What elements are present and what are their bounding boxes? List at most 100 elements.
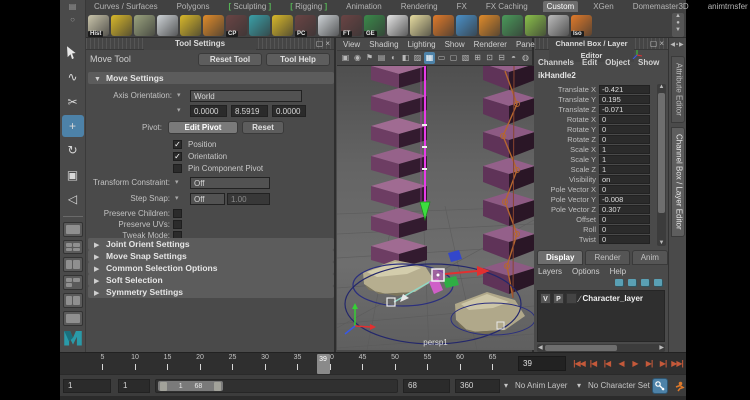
gate-mask-icon[interactable]: ▧: [460, 52, 471, 64]
position-checkbox[interactable]: ✓: [173, 140, 182, 149]
orientation-checkbox[interactable]: ✓: [173, 152, 182, 161]
cylinder-icon[interactable]: [203, 15, 224, 36]
channel-label[interactable]: Twist: [535, 235, 599, 244]
viewport-menu-shading[interactable]: Shading: [369, 40, 398, 49]
channel-label[interactable]: Rotate X: [535, 115, 599, 124]
shelf-tab-sculpting[interactable]: [ Sculpting ]: [225, 1, 276, 12]
shelf-tab-xgen[interactable]: XGen: [589, 1, 617, 12]
cp-tool-icon[interactable]: CP: [226, 15, 247, 37]
channel-label[interactable]: Pole Vector X: [535, 185, 599, 194]
workspace-arrows-icon[interactable]: ◀▪▶: [669, 38, 686, 52]
shelf-gear-icon[interactable]: ○: [60, 13, 85, 26]
layer-tab-render[interactable]: Render: [585, 250, 630, 265]
shelf-tab-curves-surfaces[interactable]: Curves / Surfaces: [90, 1, 162, 12]
layout-two-pane-side-button[interactable]: [62, 257, 83, 273]
channel-label[interactable]: Pole Vector Z: [535, 205, 599, 214]
channel-value-field[interactable]: 1: [599, 144, 650, 154]
layer-visibility-toggle[interactable]: V: [540, 293, 551, 304]
channel-label[interactable]: Translate Z: [535, 105, 599, 114]
preserve-children-checkbox[interactable]: [173, 209, 182, 218]
viewport-scene[interactable]: persp1: [337, 66, 534, 350]
step-snap-field[interactable]: Off: [190, 193, 225, 205]
dropdown-arrow-icon[interactable]: ▾: [175, 192, 179, 205]
image-plane-icon[interactable]: ▤: [376, 52, 387, 64]
scroll-right-icon[interactable]: ▶: [659, 344, 664, 352]
field-chart-icon[interactable]: ⊞: [472, 52, 483, 64]
lasso-select-tool[interactable]: ∿: [62, 66, 84, 87]
select-tool[interactable]: [62, 42, 84, 63]
channel-label[interactable]: Scale X: [535, 145, 599, 154]
shelf-tab-fx[interactable]: FX: [453, 1, 471, 12]
shelf-tab-domemaster3d[interactable]: Domemaster3D: [629, 1, 693, 12]
channel-box-header[interactable]: Channel Box / Layer Editor ▢×: [535, 38, 668, 62]
pc-tool-icon[interactable]: PC: [295, 15, 316, 37]
close-panel-icon[interactable]: ×: [659, 39, 666, 48]
move-z-field[interactable]: 0.0000: [272, 105, 306, 117]
channel-label[interactable]: Scale Z: [535, 165, 599, 174]
iso-house-icon[interactable]: Iso: [571, 15, 592, 37]
safe-action-icon[interactable]: ⊡: [484, 52, 495, 64]
viewport-menu-view[interactable]: View: [343, 40, 360, 49]
axis-orientation-field[interactable]: World: [190, 90, 302, 102]
animation-preferences-button[interactable]: [671, 378, 687, 394]
range-slider-handle[interactable]: 1 68: [158, 381, 223, 391]
reset-tool-button[interactable]: Reset Tool: [198, 53, 262, 66]
select-camera-icon[interactable]: ▣: [340, 52, 351, 64]
channel-label[interactable]: Roll: [535, 225, 599, 234]
bookmark-icon[interactable]: ⚑: [364, 52, 375, 64]
channel-value-field[interactable]: 0: [599, 224, 650, 234]
safe-title-icon[interactable]: ⊟: [496, 52, 507, 64]
layer-tab-display[interactable]: Display: [537, 250, 584, 265]
channel-value-field[interactable]: 0.307: [599, 204, 650, 214]
scroll-up-icon[interactable]: ▲: [657, 84, 666, 90]
move-x-field[interactable]: 0.0000: [190, 105, 227, 117]
shelf-tab-animation[interactable]: Animation: [342, 1, 386, 12]
net-icon[interactable]: [272, 15, 293, 36]
paint-select-tool[interactable]: ✂: [62, 91, 84, 112]
layer-menu-layers[interactable]: Layers: [538, 267, 562, 276]
cone-icon[interactable]: [410, 15, 431, 36]
current-frame-marker[interactable]: 39: [316, 354, 330, 374]
layer-row[interactable]: V P ∕ Character_layer: [538, 291, 664, 306]
move-layer-up-icon[interactable]: [641, 279, 649, 286]
step-forward-frame-button[interactable]: ▶|: [656, 355, 670, 373]
section-symmetry-settings[interactable]: ▶ Symmetry Settings: [88, 286, 334, 298]
channel-label[interactable]: Visibility: [535, 175, 599, 184]
layer-playback-toggle[interactable]: P: [553, 293, 564, 304]
tool-settings-header[interactable]: Tool Settings ▢×: [86, 38, 334, 50]
playback-start-field[interactable]: 1: [118, 379, 150, 393]
step-back-key-button[interactable]: |◀: [600, 355, 614, 373]
timeline-ruler[interactable]: 5 10 15 20 25 30 35 40 45 50 55 60 65 39: [60, 353, 512, 375]
channel-value-field[interactable]: -0.071: [599, 104, 650, 114]
channel-value-field[interactable]: 0: [599, 214, 650, 224]
tab-attribute-editor[interactable]: Attribute Editor: [670, 56, 685, 123]
layer-name[interactable]: Character_layer: [583, 294, 643, 303]
float-panel-icon[interactable]: ▢: [650, 39, 660, 48]
channel-label[interactable]: Translate X: [535, 85, 599, 94]
channel-value-field[interactable]: -0.008: [599, 194, 650, 204]
camera-attributes-icon[interactable]: ◉: [352, 52, 363, 64]
channel-value-field[interactable]: 0: [599, 114, 650, 124]
orange-grid-icon[interactable]: [433, 15, 454, 36]
resolution-gate-icon[interactable]: ▢: [448, 52, 459, 64]
ge-tool-icon[interactable]: GE: [364, 15, 385, 37]
character-set-selector[interactable]: No Character Set: [588, 379, 650, 393]
go-to-end-button[interactable]: ▶▶|: [670, 355, 684, 373]
section-joint-orient-settings[interactable]: ▶ Joint Orient Settings: [88, 238, 334, 250]
channel-value-field[interactable]: 0.195: [599, 94, 650, 104]
auto-keyframe-button[interactable]: [652, 378, 668, 394]
channel-box-menu-object[interactable]: Object: [605, 58, 630, 67]
shelf-tab-fx-caching[interactable]: FX Caching: [482, 1, 532, 12]
rotate-tool[interactable]: ↻: [62, 140, 84, 161]
scroll-left-icon[interactable]: ◀: [538, 344, 543, 352]
lattice-icon[interactable]: [180, 15, 201, 36]
viewport-menu-show[interactable]: Show: [445, 40, 465, 49]
layout-outliner-persp-button[interactable]: [62, 292, 83, 308]
move-tool[interactable]: +: [61, 115, 84, 137]
layer-scrollbar[interactable]: ◀ ▶: [537, 344, 665, 352]
channel-label[interactable]: Pole Vector Y: [535, 195, 599, 204]
edit-pivot-button[interactable]: Edit Pivot: [168, 121, 238, 134]
orange-sphere-icon[interactable]: [479, 15, 500, 36]
shelf-tab-polygons[interactable]: Polygons: [173, 1, 214, 12]
shelf-tab-custom[interactable]: Custom: [542, 1, 579, 12]
